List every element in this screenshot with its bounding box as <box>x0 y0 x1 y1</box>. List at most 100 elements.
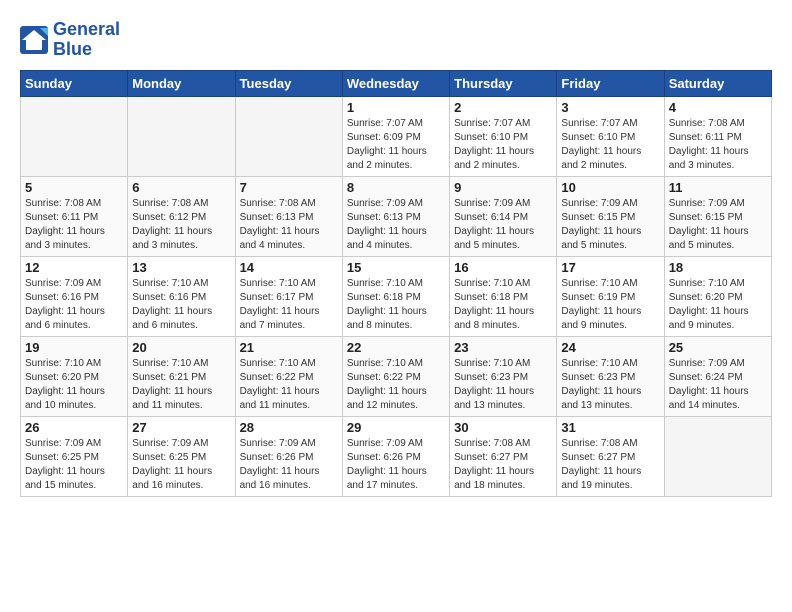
day-number: 18 <box>669 260 767 275</box>
day-info: Sunrise: 7:10 AM Sunset: 6:19 PM Dayligh… <box>561 277 659 333</box>
calendar-cell: 15 Sunrise: 7:10 AM Sunset: 6:18 PM Dayli… <box>342 256 449 336</box>
day-info: Sunrise: 7:09 AM Sunset: 6:13 PM Dayligh… <box>347 197 445 253</box>
calendar-cell: 19 Sunrise: 7:10 AM Sunset: 6:20 PM Dayli… <box>21 336 128 416</box>
calendar-cell: 17 Sunrise: 7:10 AM Sunset: 6:19 PM Dayli… <box>557 256 664 336</box>
calendar-cell <box>664 416 771 496</box>
calendar-cell: 13 Sunrise: 7:10 AM Sunset: 6:16 PM Dayli… <box>128 256 235 336</box>
calendar-cell: 8 Sunrise: 7:09 AM Sunset: 6:13 PM Daylig… <box>342 176 449 256</box>
calendar-cell: 22 Sunrise: 7:10 AM Sunset: 6:22 PM Dayli… <box>342 336 449 416</box>
day-info: Sunrise: 7:10 AM Sunset: 6:22 PM Dayligh… <box>347 357 445 413</box>
day-info: Sunrise: 7:09 AM Sunset: 6:25 PM Dayligh… <box>25 437 123 493</box>
calendar-cell: 31Sunrise: 7:08 AM Sunset: 6:27 PM Dayli… <box>557 416 664 496</box>
day-info: Sunrise: 7:09 AM Sunset: 6:26 PM Dayligh… <box>240 437 338 493</box>
day-info: Sunrise: 7:08 AM Sunset: 6:27 PM Dayligh… <box>454 437 552 493</box>
calendar-cell: 25 Sunrise: 7:09 AM Sunset: 6:24 PM Dayli… <box>664 336 771 416</box>
day-number: 29 <box>347 420 445 435</box>
day-info: Sunrise: 7:10 AM Sunset: 6:18 PM Dayligh… <box>347 277 445 333</box>
calendar-cell: 1 Sunrise: 7:07 AM Sunset: 6:09 PM Daylig… <box>342 96 449 176</box>
day-info: Sunrise: 7:08 AM Sunset: 6:13 PM Dayligh… <box>240 197 338 253</box>
calendar-cell: 5 Sunrise: 7:08 AM Sunset: 6:11 PM Daylig… <box>21 176 128 256</box>
day-number: 8 <box>347 180 445 195</box>
calendar-cell: 26 Sunrise: 7:09 AM Sunset: 6:25 PM Dayli… <box>21 416 128 496</box>
calendar-cell: 28Sunrise: 7:09 AM Sunset: 6:26 PM Dayli… <box>235 416 342 496</box>
day-number: 15 <box>347 260 445 275</box>
weekday-header-thursday: Thursday <box>450 70 557 96</box>
day-number: 13 <box>132 260 230 275</box>
calendar-cell: 4 Sunrise: 7:08 AM Sunset: 6:11 PM Daylig… <box>664 96 771 176</box>
calendar-cell: 9 Sunrise: 7:09 AM Sunset: 6:14 PM Daylig… <box>450 176 557 256</box>
day-info: Sunrise: 7:07 AM Sunset: 6:10 PM Dayligh… <box>561 117 659 173</box>
day-number: 9 <box>454 180 552 195</box>
day-info: Sunrise: 7:10 AM Sunset: 6:16 PM Dayligh… <box>132 277 230 333</box>
weekday-header-monday: Monday <box>128 70 235 96</box>
day-info: Sunrise: 7:09 AM Sunset: 6:14 PM Dayligh… <box>454 197 552 253</box>
day-number: 25 <box>669 340 767 355</box>
calendar-cell: 11 Sunrise: 7:09 AM Sunset: 6:15 PM Dayli… <box>664 176 771 256</box>
day-number: 5 <box>25 180 123 195</box>
week-row-3: 19 Sunrise: 7:10 AM Sunset: 6:20 PM Dayli… <box>21 336 772 416</box>
day-number: 24 <box>561 340 659 355</box>
weekday-header-sunday: Sunday <box>21 70 128 96</box>
calendar-cell: 29 Sunrise: 7:09 AM Sunset: 6:26 PM Dayli… <box>342 416 449 496</box>
day-number: 10 <box>561 180 659 195</box>
calendar-cell: 3 Sunrise: 7:07 AM Sunset: 6:10 PM Daylig… <box>557 96 664 176</box>
day-number: 22 <box>347 340 445 355</box>
day-info: Sunrise: 7:09 AM Sunset: 6:26 PM Dayligh… <box>347 437 445 493</box>
day-number: 19 <box>25 340 123 355</box>
day-info: Sunrise: 7:07 AM Sunset: 6:10 PM Dayligh… <box>454 117 552 173</box>
logo-text: General Blue <box>53 20 120 60</box>
day-info: Sunrise: 7:09 AM Sunset: 6:16 PM Dayligh… <box>25 277 123 333</box>
calendar-cell: 20Sunrise: 7:10 AM Sunset: 6:21 PM Dayli… <box>128 336 235 416</box>
calendar-cell: 12 Sunrise: 7:09 AM Sunset: 6:16 PM Dayli… <box>21 256 128 336</box>
weekday-header-tuesday: Tuesday <box>235 70 342 96</box>
calendar-cell: 30 Sunrise: 7:08 AM Sunset: 6:27 PM Dayli… <box>450 416 557 496</box>
day-number: 12 <box>25 260 123 275</box>
day-info: Sunrise: 7:09 AM Sunset: 6:15 PM Dayligh… <box>669 197 767 253</box>
week-row-1: 5 Sunrise: 7:08 AM Sunset: 6:11 PM Daylig… <box>21 176 772 256</box>
day-number: 7 <box>240 180 338 195</box>
calendar-cell: 6Sunrise: 7:08 AM Sunset: 6:12 PM Daylig… <box>128 176 235 256</box>
day-number: 3 <box>561 100 659 115</box>
day-info: Sunrise: 7:08 AM Sunset: 6:11 PM Dayligh… <box>669 117 767 173</box>
logo: General Blue <box>20 20 120 60</box>
day-info: Sunrise: 7:08 AM Sunset: 6:11 PM Dayligh… <box>25 197 123 253</box>
day-info: Sunrise: 7:08 AM Sunset: 6:12 PM Dayligh… <box>132 197 230 253</box>
day-number: 30 <box>454 420 552 435</box>
calendar-cell: 23Sunrise: 7:10 AM Sunset: 6:23 PM Dayli… <box>450 336 557 416</box>
day-info: Sunrise: 7:10 AM Sunset: 6:23 PM Dayligh… <box>454 357 552 413</box>
calendar-cell <box>128 96 235 176</box>
logo-icon <box>20 26 50 54</box>
calendar-cell: 7 Sunrise: 7:08 AM Sunset: 6:13 PM Daylig… <box>235 176 342 256</box>
calendar-cell: 14Sunrise: 7:10 AM Sunset: 6:17 PM Dayli… <box>235 256 342 336</box>
day-number: 27 <box>132 420 230 435</box>
week-row-0: 1 Sunrise: 7:07 AM Sunset: 6:09 PM Daylig… <box>21 96 772 176</box>
calendar-cell: 21Sunrise: 7:10 AM Sunset: 6:22 PM Dayli… <box>235 336 342 416</box>
day-number: 4 <box>669 100 767 115</box>
day-info: Sunrise: 7:10 AM Sunset: 6:17 PM Dayligh… <box>240 277 338 333</box>
calendar: SundayMondayTuesdayWednesdayThursdayFrid… <box>20 70 772 497</box>
day-info: Sunrise: 7:09 AM Sunset: 6:25 PM Dayligh… <box>132 437 230 493</box>
calendar-cell: 16Sunrise: 7:10 AM Sunset: 6:18 PM Dayli… <box>450 256 557 336</box>
day-info: Sunrise: 7:08 AM Sunset: 6:27 PM Dayligh… <box>561 437 659 493</box>
day-number: 20 <box>132 340 230 355</box>
page: General Blue SundayMondayTuesdayWednesda… <box>0 0 792 507</box>
day-number: 26 <box>25 420 123 435</box>
header: General Blue <box>20 20 772 60</box>
calendar-cell: 2 Sunrise: 7:07 AM Sunset: 6:10 PM Daylig… <box>450 96 557 176</box>
day-info: Sunrise: 7:10 AM Sunset: 6:20 PM Dayligh… <box>25 357 123 413</box>
calendar-cell: 27 Sunrise: 7:09 AM Sunset: 6:25 PM Dayli… <box>128 416 235 496</box>
day-number: 1 <box>347 100 445 115</box>
day-number: 2 <box>454 100 552 115</box>
weekday-header-friday: Friday <box>557 70 664 96</box>
day-number: 17 <box>561 260 659 275</box>
calendar-cell: 18 Sunrise: 7:10 AM Sunset: 6:20 PM Dayli… <box>664 256 771 336</box>
day-number: 11 <box>669 180 767 195</box>
day-info: Sunrise: 7:10 AM Sunset: 6:20 PM Dayligh… <box>669 277 767 333</box>
weekday-header-saturday: Saturday <box>664 70 771 96</box>
calendar-cell: 24Sunrise: 7:10 AM Sunset: 6:23 PM Dayli… <box>557 336 664 416</box>
day-info: Sunrise: 7:10 AM Sunset: 6:18 PM Dayligh… <box>454 277 552 333</box>
day-info: Sunrise: 7:07 AM Sunset: 6:09 PM Dayligh… <box>347 117 445 173</box>
calendar-cell <box>235 96 342 176</box>
day-info: Sunrise: 7:09 AM Sunset: 6:24 PM Dayligh… <box>669 357 767 413</box>
week-row-2: 12 Sunrise: 7:09 AM Sunset: 6:16 PM Dayli… <box>21 256 772 336</box>
